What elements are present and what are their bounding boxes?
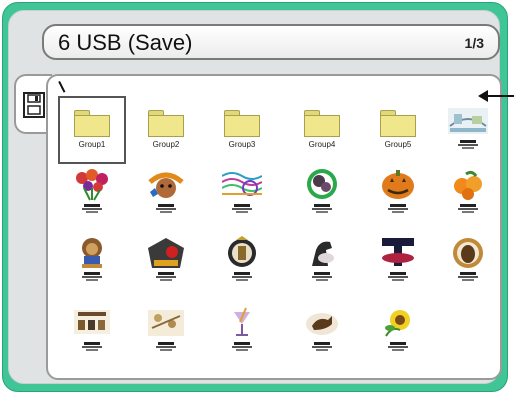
design-thumbnail-dog-club[interactable] (60, 300, 124, 364)
design-thumbnail-sunflower[interactable] (366, 300, 430, 364)
design-info-icon (232, 204, 252, 213)
design-thumbnail-poodle[interactable] (290, 162, 354, 226)
folder-icon (74, 110, 110, 137)
floppy-disk-icon (23, 92, 45, 118)
orange-fruits-icon (454, 170, 482, 200)
design-info-icon (458, 140, 478, 149)
folder-icon (224, 110, 260, 137)
design-thumbnail-flowers[interactable] (60, 162, 124, 226)
page-title: 6 USB (Save) (58, 30, 193, 55)
design-info-icon (232, 272, 252, 281)
callout-arrow-line (486, 95, 514, 97)
design-thumbnail-cocktail[interactable] (210, 300, 274, 364)
design-info-icon (458, 204, 478, 213)
horse-icon (312, 241, 334, 266)
pine-sprigs-icon (148, 310, 184, 336)
design-thumbnail-crest[interactable] (210, 230, 274, 294)
folder-label: Group2 (152, 140, 180, 149)
letter-t-icon (382, 238, 414, 266)
crest-icon (228, 236, 256, 267)
folder-icon (380, 110, 416, 137)
design-info-icon (388, 204, 408, 213)
folder-group3[interactable]: Group3 (210, 98, 274, 162)
bridge-scene-icon (448, 108, 488, 134)
design-thumbnail-letter-t[interactable] (366, 230, 430, 294)
folder-icon (148, 110, 184, 137)
folder-label: Group3 (228, 140, 256, 149)
design-info-icon (82, 342, 102, 351)
title-bar: 6 USB (Save) 1/3 (42, 24, 500, 60)
sunflower-icon (385, 310, 410, 337)
design-info-icon (312, 272, 332, 281)
design-thumbnail-sprigs[interactable] (134, 300, 198, 364)
design-thumbnail-oranges[interactable] (436, 162, 500, 226)
design-thumbnail-waves[interactable] (210, 162, 274, 226)
design-thumbnail-dog-circle[interactable] (436, 230, 500, 294)
poodle-icon (307, 169, 337, 199)
design-info-icon (388, 272, 408, 281)
pagoda-sun-icon (148, 238, 184, 268)
folder-group1[interactable]: Group1 (58, 96, 126, 164)
folder-icon (304, 110, 340, 137)
folder-group2[interactable]: Group2 (134, 98, 198, 162)
design-info-icon (388, 342, 408, 351)
design-thumbnail-pumpkin[interactable] (366, 162, 430, 226)
design-info-icon (82, 204, 102, 213)
design-info-icon (82, 272, 102, 281)
folder-label: Group4 (308, 140, 336, 149)
design-info-icon (156, 204, 176, 213)
design-thumbnail-horse[interactable] (290, 230, 354, 294)
folder-group4[interactable]: Group4 (290, 98, 354, 162)
lion-icon (82, 238, 102, 268)
folder-group5[interactable]: Group5 (366, 98, 430, 162)
design-info-icon (156, 272, 176, 281)
flowers-icon (76, 169, 108, 201)
design-info-icon (312, 204, 332, 213)
design-info-icon (232, 342, 252, 351)
design-info-icon (312, 342, 332, 351)
design-thumbnail-lion[interactable] (60, 230, 124, 294)
dog-silhouette-icon (306, 313, 338, 335)
design-thumbnail-dog-silhouette[interactable] (290, 300, 354, 364)
folder-label: Group1 (78, 140, 106, 149)
cocktail-icon (234, 307, 250, 336)
page-indicator: 1/3 (464, 35, 484, 51)
design-info-icon (458, 272, 478, 281)
wave-lines-icon (222, 172, 262, 196)
design-info-icon (156, 342, 176, 351)
design-thumbnail-bridge[interactable] (436, 98, 500, 162)
design-thumbnail-bulldog[interactable] (134, 162, 198, 226)
pumpkin-icon (382, 170, 414, 199)
dog-circle-icon (453, 238, 483, 268)
bulldog-icon (148, 172, 184, 198)
folder-label: Group5 (384, 140, 412, 149)
dog-club-icon (74, 310, 110, 334)
design-thumbnail-pagoda[interactable] (134, 230, 198, 294)
